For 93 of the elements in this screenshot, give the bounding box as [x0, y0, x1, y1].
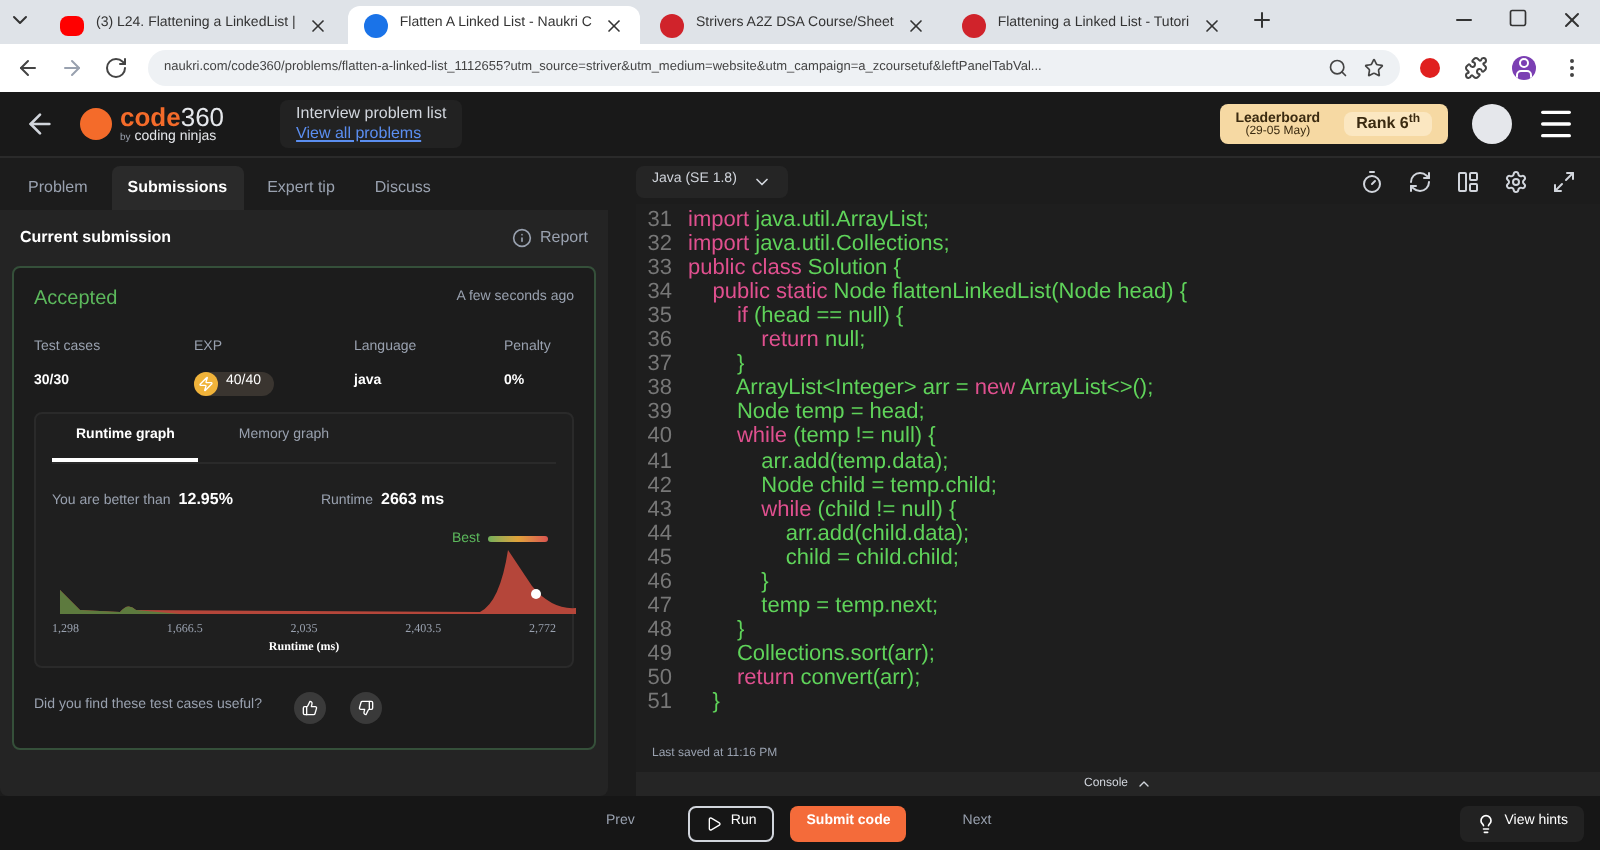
back-icon[interactable]	[16, 56, 40, 80]
thumbs-down-icon	[358, 699, 375, 715]
line-number: 50	[645, 668, 674, 691]
line-number: 42	[645, 475, 674, 498]
code-line: return convert(arr);	[734, 668, 921, 691]
nav-title: Interview problem list	[296, 104, 447, 124]
timer-icon[interactable]	[1360, 169, 1384, 194]
code-line: arr.add(temp.data);	[759, 451, 949, 474]
profile-icon[interactable]	[1512, 56, 1536, 80]
lightbulb-icon	[1476, 813, 1497, 833]
line-number: 43	[645, 499, 674, 522]
chevron-up-icon	[1136, 776, 1152, 792]
play-icon	[706, 815, 723, 831]
code-line: import java.util.ArrayList;	[688, 209, 929, 232]
extension-icon[interactable]	[1464, 56, 1488, 80]
forward-icon[interactable]	[60, 56, 84, 80]
code-line: }	[759, 571, 769, 594]
line-number: 37	[645, 354, 674, 377]
line-number: 51	[645, 692, 674, 715]
extension-icon[interactable]	[1420, 58, 1440, 78]
line-number: 44	[645, 523, 674, 546]
avatar-icon[interactable]	[1472, 104, 1512, 144]
panel-tab[interactable]: Expert tip	[251, 166, 351, 210]
info-icon	[511, 228, 532, 248]
code-line: if (head == null) {	[734, 305, 904, 328]
lightning-icon	[194, 371, 218, 395]
status-text: Accepted	[34, 286, 118, 314]
line-number: 41	[645, 451, 674, 474]
best-gradient-bar	[488, 535, 548, 541]
site-icon	[363, 13, 388, 37]
code-line: }	[710, 692, 720, 715]
close-icon[interactable]	[604, 15, 624, 35]
code-line: import java.util.Collections;	[688, 233, 950, 256]
line-number: 36	[645, 330, 674, 353]
rank-label: Rank 6$^{th}$	[1344, 112, 1432, 136]
code-line: Node temp = head;	[734, 402, 925, 425]
line-number: 46	[645, 571, 674, 594]
code-line: return null;	[759, 330, 866, 353]
logo-number: 360	[180, 104, 225, 130]
line-number: 32	[645, 233, 674, 256]
code-line: }	[734, 354, 745, 377]
settings-icon[interactable]	[1504, 169, 1528, 194]
close-icon[interactable]	[1201, 15, 1222, 35]
thumbs-down-button[interactable]	[350, 691, 383, 723]
code-line: }	[734, 620, 745, 643]
code-line: temp = temp.next;	[759, 596, 939, 619]
site-icon	[961, 13, 986, 37]
code-line: public class Solution {	[688, 257, 901, 280]
search-icon[interactable]	[1328, 58, 1348, 78]
panel-tab[interactable]: Problem	[12, 166, 104, 210]
fullscreen-icon[interactable]	[1552, 169, 1576, 194]
line-number: 38	[645, 378, 674, 401]
code-line: Collections.sort(arr);	[734, 644, 935, 667]
maximize-icon[interactable]	[1508, 8, 1528, 28]
line-number: 34	[645, 281, 674, 304]
thumbs-up-icon	[302, 699, 319, 715]
code-line: Node child = temp.child;	[759, 475, 997, 498]
close-icon[interactable]	[905, 15, 926, 35]
report-button[interactable]: Report	[511, 226, 588, 250]
code-line: public static Node flattenLinkedList(Node head) {	[710, 281, 1187, 304]
code-line: arr.add(child.data);	[783, 523, 970, 546]
line-number: 47	[645, 596, 674, 619]
logo-icon	[80, 108, 112, 140]
reset-icon[interactable]	[1408, 169, 1432, 194]
line-number: 31	[645, 209, 674, 232]
line-number: 33	[645, 257, 674, 280]
better-value: 12.95%	[178, 488, 233, 512]
code-line: while (child != null) {	[759, 499, 957, 522]
line-number: 48	[645, 620, 674, 643]
line-number: 39	[645, 402, 674, 425]
runtime-value: 2663 ms	[381, 488, 445, 512]
close-icon[interactable]	[307, 15, 328, 35]
video-icon	[60, 15, 84, 35]
line-number: 40	[645, 426, 674, 449]
layout-icon[interactable]	[1456, 169, 1480, 194]
line-number: 49	[645, 644, 674, 667]
line-number: 45	[645, 547, 674, 570]
reload-icon[interactable]	[104, 56, 128, 80]
section-title: Current submission	[20, 226, 172, 250]
site-icon	[660, 13, 684, 37]
line-number: 35	[645, 305, 674, 328]
code-line: while (temp != null) {	[734, 426, 936, 449]
code-line: child = child.child;	[783, 547, 959, 570]
new-tab-icon[interactable]	[1249, 8, 1274, 32]
bookmark-icon[interactable]	[1364, 58, 1384, 78]
code-line: ArrayList<Integer> arr = new ArrayList<>();	[733, 378, 1154, 401]
back-icon[interactable]	[24, 108, 56, 140]
panel-tab[interactable]: Submissions	[111, 166, 244, 210]
logo-text: code	[120, 104, 181, 130]
panel-tab[interactable]: Discuss	[358, 166, 447, 210]
view-all-link[interactable]: View all problems	[296, 124, 447, 144]
thumbs-up-button[interactable]	[294, 691, 327, 723]
close-icon[interactable]	[1560, 8, 1584, 32]
